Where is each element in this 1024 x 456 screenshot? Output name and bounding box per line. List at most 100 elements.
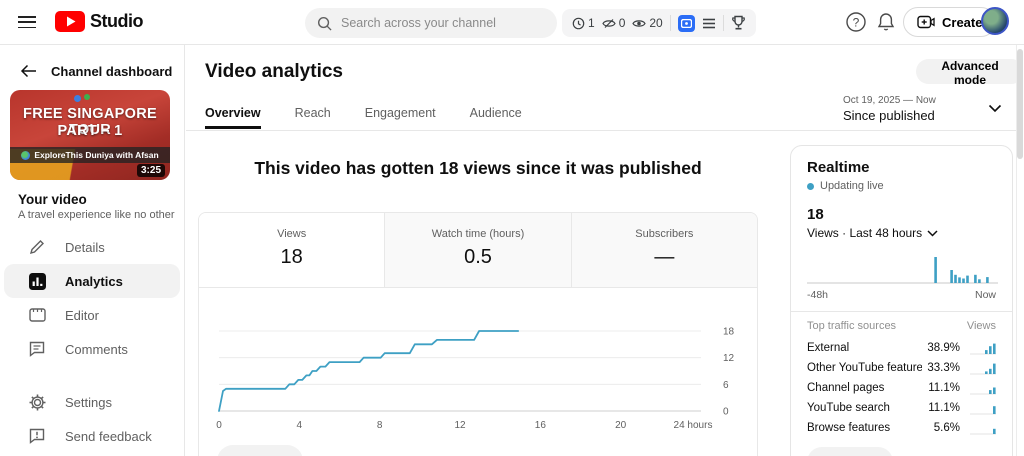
sidebar-item-label: Details: [65, 239, 105, 255]
svg-text:?: ?: [853, 16, 860, 30]
traffic-table-header: Top traffic sources Views: [807, 320, 996, 332]
video-thumbnail[interactable]: FREE SINGAPORE TOUR PART – 1 ExploreThis…: [10, 90, 170, 180]
metric-value: —: [654, 246, 675, 268]
divider: [791, 311, 1012, 312]
realtime-status: Updating live: [807, 180, 996, 192]
sidebar-item-comments[interactable]: Comments: [4, 332, 180, 366]
traffic-sparkline: [970, 428, 996, 435]
svg-text:4: 4: [297, 420, 303, 431]
axis-start-label: -48h: [807, 289, 829, 301]
analytics-tabs: Overview Reach Engagement Audience: [205, 106, 522, 129]
metric-label: Subscribers: [635, 228, 694, 240]
brand-text: Studio: [90, 11, 144, 31]
tab-reach[interactable]: Reach: [295, 106, 331, 129]
date-range-selector[interactable]: Oct 19, 2025 — Now Since published: [843, 95, 936, 123]
feedback-icon: [28, 427, 46, 445]
search-bar[interactable]: [305, 8, 557, 38]
video-title-text: A travel experience like no other | Di..…: [18, 209, 178, 221]
traffic-row-channel-pages[interactable]: Channel pages 11.1%: [807, 378, 996, 398]
hidden-views-stat: 0: [601, 16, 625, 30]
tab-engagement[interactable]: Engagement: [365, 106, 436, 129]
metric-tab-views[interactable]: Views 18: [199, 213, 385, 287]
date-range-text: Oct 19, 2025 — Now: [843, 95, 936, 106]
sidebar-item-details[interactable]: Details: [4, 230, 180, 264]
traffic-row-other-youtube-features[interactable]: Other YouTube features 33.3%: [807, 358, 996, 378]
balloon-icon: [84, 94, 90, 100]
scrollbar-thumb[interactable]: [1017, 49, 1023, 159]
svg-text:8: 8: [377, 420, 383, 431]
traffic-sparkline: [970, 343, 996, 355]
traffic-sparkline: [970, 406, 996, 415]
eye-icon: [632, 19, 647, 27]
realtime-see-more-button[interactable]: See more: [807, 447, 894, 456]
clock-icon: [572, 17, 585, 29]
card-see-more-button[interactable]: See more: [217, 445, 304, 456]
sidebar-item-settings[interactable]: Settings: [4, 385, 180, 419]
extension-stats-pill[interactable]: 1 0 20: [562, 9, 756, 37]
metric-tab-subscribers[interactable]: Subscribers —: [570, 213, 757, 287]
trophy-icon[interactable]: [731, 15, 746, 31]
comments-icon: [28, 340, 46, 358]
svg-text:16: 16: [535, 420, 547, 431]
sidebar-item-label: Analytics: [65, 273, 123, 289]
realtime-bar-chart[interactable]: [807, 253, 998, 287]
menu-icon[interactable]: [18, 16, 36, 29]
sidebar-item-editor[interactable]: Editor: [4, 298, 180, 332]
traffic-sparkline: [970, 387, 996, 395]
realtime-title: Realtime: [807, 159, 870, 176]
gear-icon: [28, 393, 46, 411]
notifications-icon[interactable]: [876, 11, 896, 33]
top-bar: Studio 1 0 20: [0, 0, 1024, 45]
advanced-mode-button[interactable]: Advanced mode: [916, 59, 1024, 87]
youtube-studio-logo[interactable]: Studio: [55, 11, 144, 32]
create-video-icon: [917, 15, 935, 29]
svg-text:20: 20: [615, 420, 627, 431]
back-to-dashboard[interactable]: Channel dashboard: [0, 57, 184, 85]
sidebar-item-label: Comments: [65, 341, 128, 357]
date-mode-text: Since published: [843, 108, 935, 123]
analytics-chart-card: Views 18 Watch time (hours) 0.5 Subscrib…: [198, 212, 758, 456]
sidebar-footer-menu: Settings Send feedback: [0, 385, 184, 453]
traffic-sparkline: [970, 363, 996, 375]
youtube-play-icon: [55, 11, 85, 32]
traffic-row-external[interactable]: External 38.9%: [807, 338, 996, 358]
divider: [186, 130, 1016, 131]
scrollbar[interactable]: [1016, 45, 1024, 456]
metric-tab-watch-time[interactable]: Watch time (hours) 0.5: [384, 213, 571, 287]
sidebar: Channel dashboard FREE SINGAPORE TOUR PA…: [0, 45, 185, 456]
back-arrow-icon: [20, 64, 36, 78]
account-avatar[interactable]: [981, 7, 1009, 35]
sidebar-item-label: Editor: [65, 307, 99, 323]
back-label: Channel dashboard: [51, 63, 173, 79]
metric-label: Watch time (hours): [431, 228, 525, 240]
list-icon[interactable]: [702, 18, 716, 29]
svg-text:12: 12: [454, 420, 466, 431]
search-icon: [317, 16, 332, 31]
sidebar-item-send-feedback[interactable]: Send feedback: [4, 419, 180, 453]
search-input[interactable]: [341, 16, 541, 30]
help-icon[interactable]: ?: [845, 11, 867, 33]
traffic-row-browse-features[interactable]: Browse features 5.6%: [807, 418, 996, 438]
globe-icon: [21, 150, 31, 160]
traffic-row-youtube-search[interactable]: YouTube search 11.1%: [807, 398, 996, 418]
chevron-down-icon[interactable]: [988, 104, 1002, 113]
extension-badge-icon[interactable]: [677, 14, 695, 32]
svg-text:0: 0: [723, 407, 729, 418]
sidebar-item-analytics[interactable]: Analytics: [4, 264, 180, 298]
divider: [669, 15, 671, 31]
create-label: Create: [942, 14, 983, 30]
tab-audience[interactable]: Audience: [470, 106, 522, 129]
tab-overview[interactable]: Overview: [205, 106, 261, 129]
realtime-metric-selector[interactable]: Views · Last 48 hours: [807, 226, 996, 240]
summary-headline: This video has gotten 18 views since it …: [254, 158, 702, 178]
svg-text:0: 0: [216, 420, 222, 431]
video-duration-badge: 3:25: [136, 164, 165, 177]
svg-text:12: 12: [723, 353, 735, 364]
live-dot-icon: [807, 182, 814, 190]
realtime-axis-labels: -48h Now: [807, 289, 996, 301]
svg-text:24 hours: 24 hours: [674, 420, 713, 431]
sidebar-section-title: Your video: [18, 192, 87, 207]
views-line-chart[interactable]: 0 6 12 18 0 4 8 12 16 20 24 hours: [199, 301, 757, 436]
realtime-count: 18: [807, 206, 824, 223]
sidebar-menu: Details Analytics Editor Comments: [0, 230, 184, 366]
